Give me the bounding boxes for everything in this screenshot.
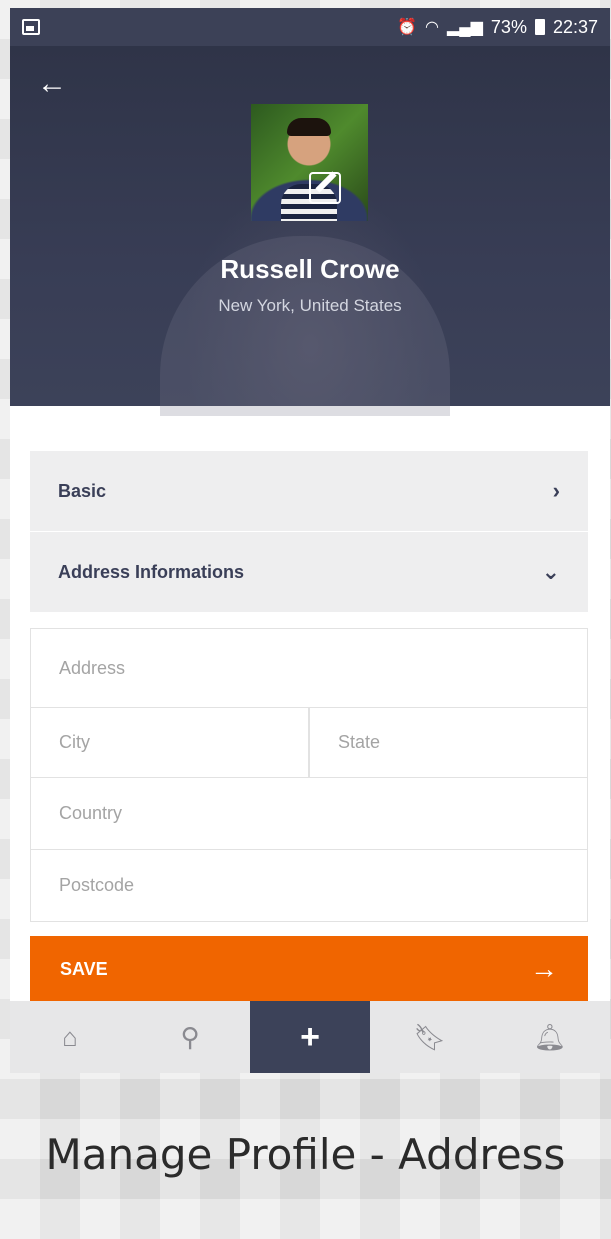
bottom-navigation: ⌂ ⚲ + 🔖︎ 🔔︎ — [10, 1001, 610, 1073]
section-basic-label: Basic — [58, 480, 107, 501]
city-field[interactable] — [30, 707, 309, 778]
chevron-down-icon: ⌄ — [541, 559, 560, 584]
country-input[interactable] — [59, 803, 559, 824]
address-input[interactable] — [59, 657, 559, 679]
clock: 22:37 — [552, 16, 598, 37]
gallery-notification-icon — [22, 19, 40, 35]
nav-notifications[interactable]: 🔔︎ — [490, 1001, 610, 1073]
back-arrow-icon[interactable]: ← — [36, 68, 68, 100]
nav-bookmarks[interactable]: 🔖︎ — [370, 1001, 490, 1073]
country-field[interactable] — [30, 777, 588, 850]
battery-percent: 73% — [490, 16, 527, 37]
city-input[interactable] — [59, 732, 280, 753]
state-field[interactable] — [309, 707, 588, 778]
save-button-label: SAVE — [60, 958, 108, 979]
postcode-input[interactable] — [59, 875, 559, 896]
section-address-label: Address Informations — [58, 561, 245, 582]
nav-home[interactable]: ⌂ — [10, 1001, 130, 1073]
profile-name: Russell Crowe — [220, 254, 400, 284]
bell-icon: 🔔︎ — [533, 1021, 567, 1052]
search-icon: ⚲ — [180, 1021, 200, 1052]
edit-icon[interactable] — [309, 172, 341, 204]
avatar[interactable] — [251, 104, 368, 221]
profile-header: ← Russell Crowe New York, United States — [10, 46, 610, 416]
section-basic[interactable]: Basic › — [30, 451, 588, 531]
arrow-right-icon: → — [530, 953, 558, 984]
phone-screen: ⏰ ◠ ▂▄▆ 73% 22:37 ← Russell Crowe New Yo… — [10, 8, 610, 1073]
nav-add[interactable]: + — [250, 1001, 370, 1073]
chevron-right-icon: › — [552, 478, 560, 503]
alarm-icon: ⏰ — [397, 19, 417, 36]
save-button[interactable]: SAVE → — [30, 936, 588, 1002]
postcode-field[interactable] — [30, 849, 588, 922]
nav-search[interactable]: ⚲ — [130, 1001, 250, 1073]
screen-caption: Manage Profile - Address — [45, 1130, 566, 1179]
signal-icon: ▂▄▆ — [446, 19, 483, 36]
status-bar: ⏰ ◠ ▂▄▆ 73% 22:37 — [10, 8, 610, 46]
profile-location: New York, United States — [218, 296, 402, 315]
home-icon: ⌂ — [62, 1021, 78, 1052]
status-icons: ⏰ ◠ ▂▄▆ 73% 22:37 — [397, 17, 598, 38]
state-input[interactable] — [338, 732, 559, 753]
address-field[interactable] — [30, 628, 588, 708]
bookmark-icon: 🔖︎ — [413, 1021, 447, 1052]
plus-icon: + — [300, 1017, 320, 1056]
battery-icon — [534, 19, 545, 35]
section-address-informations[interactable]: Address Informations ⌄ — [30, 532, 588, 612]
wifi-icon: ◠ — [425, 19, 439, 36]
